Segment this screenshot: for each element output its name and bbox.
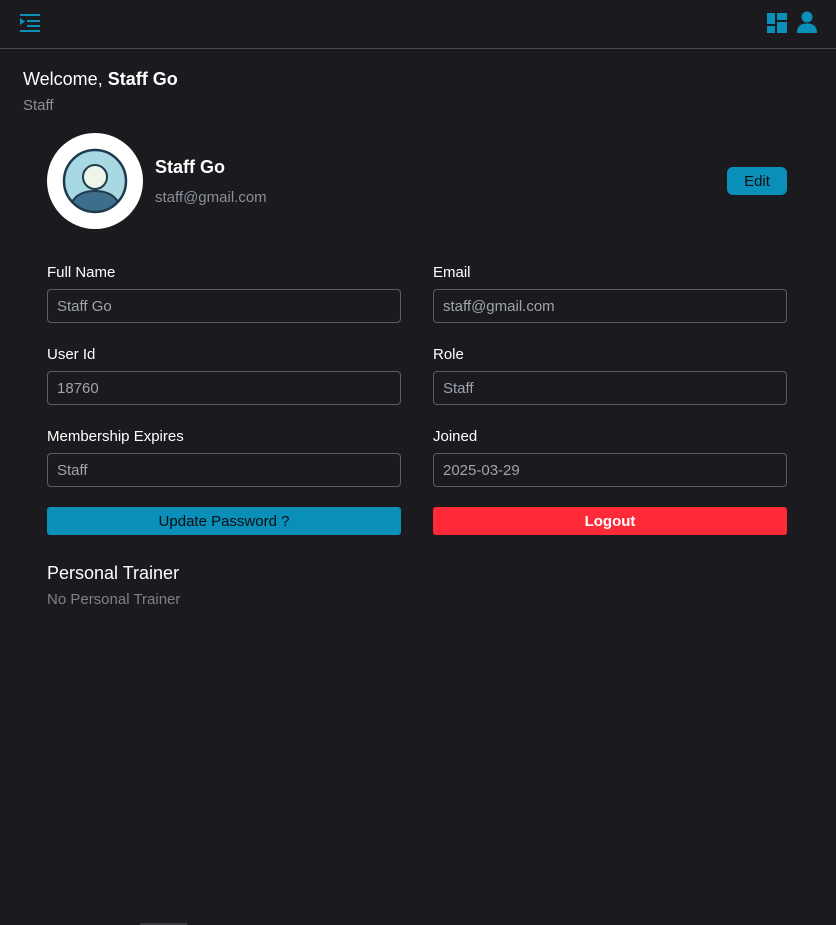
dashboard-icon[interactable] bbox=[767, 13, 787, 33]
user-role-subtitle: Staff bbox=[23, 97, 54, 114]
joined-input[interactable] bbox=[433, 453, 787, 487]
email-label: Email bbox=[433, 264, 471, 281]
user-icon[interactable] bbox=[797, 11, 817, 33]
profile-name: Staff Go bbox=[155, 157, 225, 177]
membership-expires-label: Membership Expires bbox=[47, 428, 184, 445]
update-password-button[interactable]: Update Password ? bbox=[47, 507, 401, 535]
membership-expires-input[interactable] bbox=[47, 453, 401, 487]
personal-trainer-value: No Personal Trainer bbox=[47, 591, 181, 608]
joined-label: Joined bbox=[433, 428, 478, 445]
avatar bbox=[47, 133, 143, 229]
welcome-name: Staff Go bbox=[107, 69, 178, 89]
full-name-label: Full Name bbox=[47, 264, 116, 281]
edit-profile-button[interactable]: Edit bbox=[727, 167, 787, 195]
user-id-label: User Id bbox=[47, 346, 96, 363]
logout-button[interactable]: Logout bbox=[433, 507, 787, 535]
avatar-icon bbox=[62, 148, 128, 214]
role-label: Role bbox=[433, 346, 464, 363]
role-input[interactable] bbox=[433, 371, 787, 405]
menu-expand-icon[interactable] bbox=[19, 13, 41, 33]
top-bar bbox=[0, 0, 836, 49]
welcome-prefix: Welcome, bbox=[23, 69, 108, 89]
email-input[interactable] bbox=[433, 289, 787, 323]
profile-email: staff@gmail.com bbox=[155, 189, 267, 206]
welcome-heading: Welcome, Staff Go bbox=[23, 69, 178, 90]
personal-trainer-heading: Personal Trainer bbox=[47, 563, 180, 583]
full-name-input[interactable] bbox=[47, 289, 401, 323]
user-id-input[interactable] bbox=[47, 371, 401, 405]
